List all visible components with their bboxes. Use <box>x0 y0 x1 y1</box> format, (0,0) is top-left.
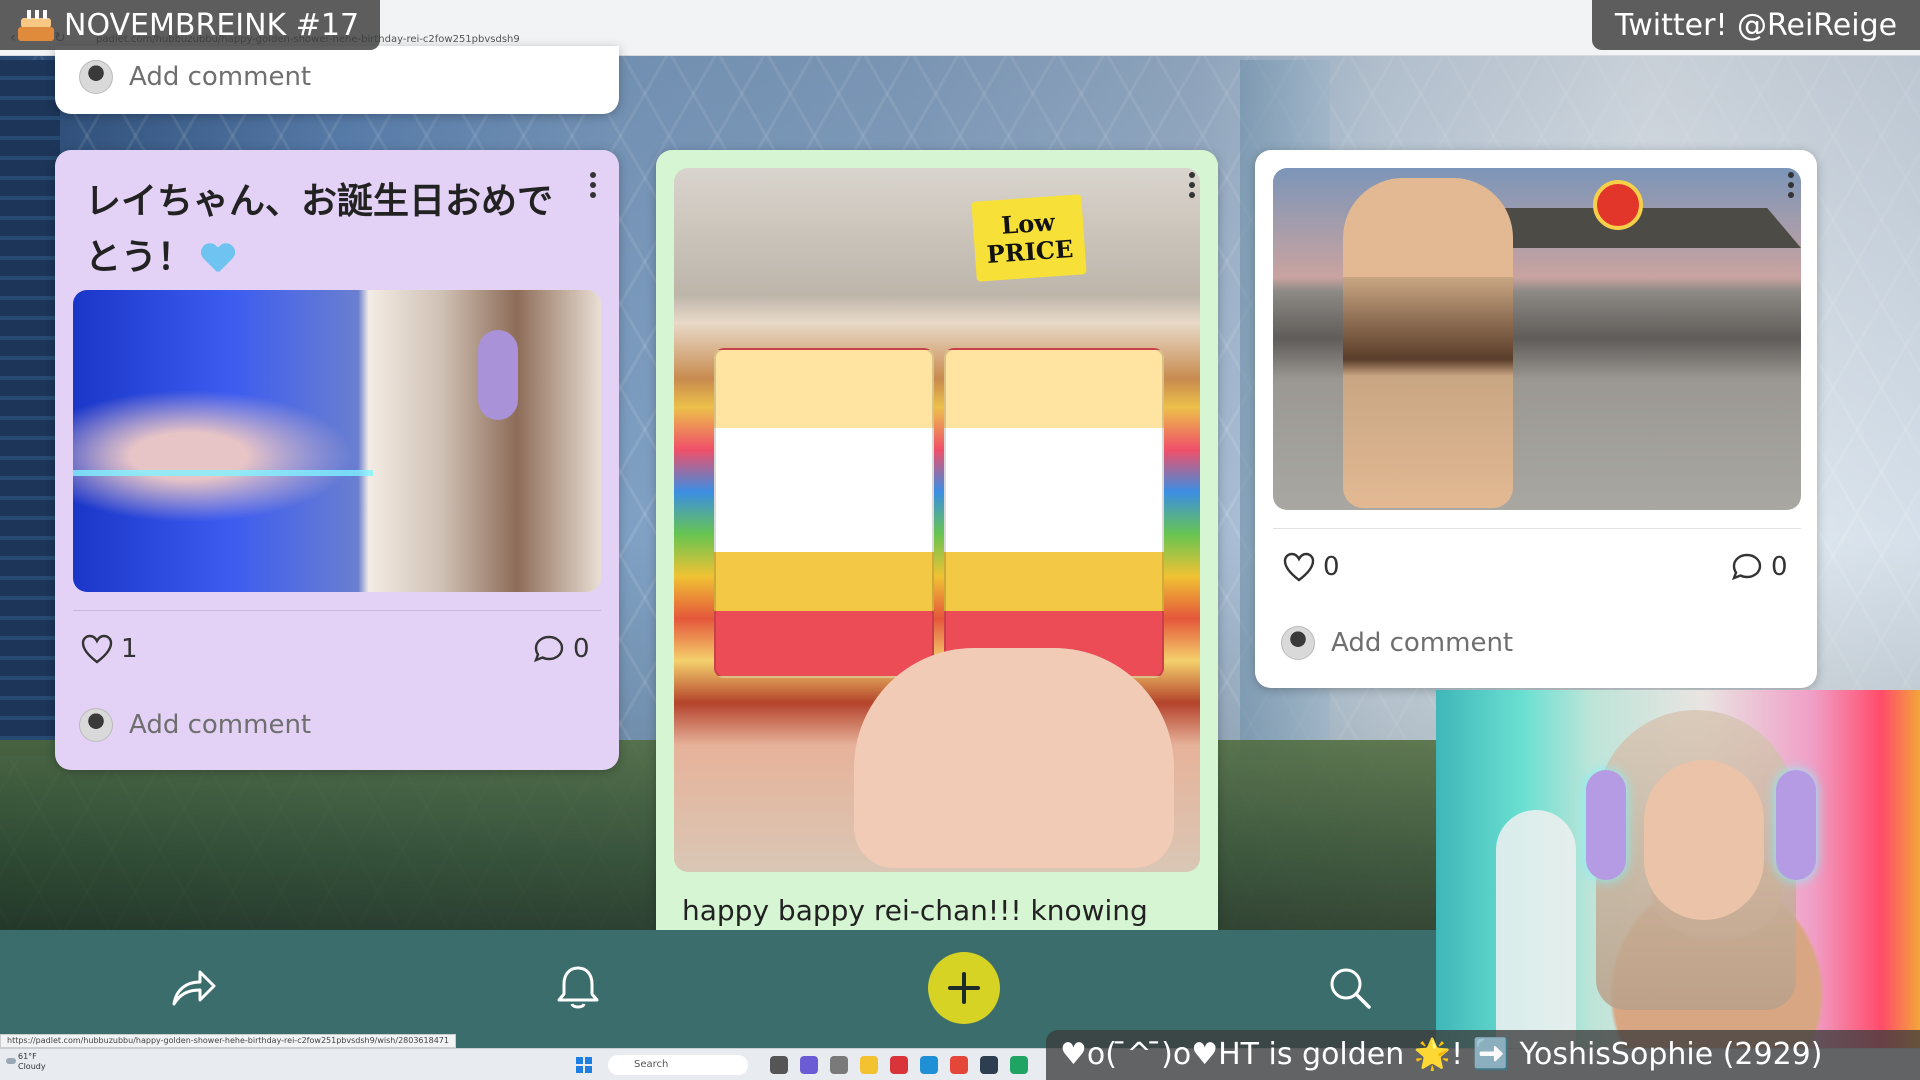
more-options-icon[interactable] <box>1788 172 1794 198</box>
bell-icon[interactable] <box>556 964 600 1016</box>
add-comment-row[interactable]: Add comment <box>1281 626 1513 660</box>
card-birthday-jp[interactable]: レイちゃん、お誕生日おめでとう！ 1 0 Add comment <box>55 150 619 770</box>
card-bucees-photo[interactable]: 0 0 Add comment <box>1255 150 1817 688</box>
search-icon[interactable] <box>1328 966 1372 1014</box>
add-comment-label: Add comment <box>129 710 312 740</box>
background-building-left <box>0 60 60 760</box>
comment-bubble-icon <box>1731 552 1763 582</box>
weather-temp: 61°F <box>18 1052 37 1061</box>
blue-heart-icon <box>201 244 235 274</box>
stream-title-text: NOVEMBREINK #17 <box>64 7 360 43</box>
cloud-icon <box>6 1058 16 1064</box>
share-arrow-icon[interactable] <box>170 966 216 1012</box>
hand-shape <box>854 648 1174 868</box>
card-caption: happy bappy rei-chan!!! knowing <box>682 894 1148 927</box>
app-icon[interactable] <box>890 1056 908 1074</box>
avatar <box>79 708 113 742</box>
divider <box>1273 528 1801 529</box>
add-comment-label: Add comment <box>129 62 312 92</box>
headset-right <box>1776 770 1816 880</box>
like-count: 0 <box>1323 552 1340 582</box>
heart-icon <box>81 634 113 664</box>
weather-desc: Cloudy <box>18 1062 46 1071</box>
card-title: レイちゃん、お誕生日おめでとう！ <box>85 174 555 286</box>
add-comment-row[interactable]: Add comment <box>79 60 311 94</box>
steam-icon[interactable] <box>980 1056 998 1074</box>
twitter-handle-overlay: Twitter! @ReiReige <box>1592 0 1920 50</box>
price-tag-price: PRICE <box>985 233 1075 269</box>
candle-pack <box>714 348 934 678</box>
taskbar-app-icons <box>770 1056 1028 1074</box>
taskbar-search[interactable]: Search <box>608 1055 748 1075</box>
stream-title-overlay: NOVEMBREINK #17 <box>0 0 380 50</box>
cake-icon <box>18 9 54 41</box>
edge-icon[interactable] <box>920 1056 938 1074</box>
card-birthday-candles[interactable]: Low PRICE happy bappy rei-chan!!! knowin… <box>656 150 1218 930</box>
avatar <box>79 60 113 94</box>
file-explorer-icon[interactable] <box>860 1056 878 1074</box>
add-comment-row[interactable]: Add comment <box>79 708 311 742</box>
webcam-feed <box>1436 690 1920 1080</box>
headset-shape <box>478 330 518 420</box>
card-image-stream-clip[interactable] <box>73 290 601 592</box>
divider <box>73 610 601 611</box>
card-image-candles[interactable]: Low PRICE <box>674 168 1200 872</box>
price-tag: Low PRICE <box>971 194 1087 282</box>
more-options-icon[interactable] <box>590 172 596 198</box>
add-comment-label: Add comment <box>1331 628 1514 658</box>
chat-ticker-overlay: ♥o( ̄^ ̄)o♥HT is golden 🌟! ➡️ YoshisSoph… <box>1046 1030 1920 1080</box>
like-button[interactable]: 1 <box>81 634 138 664</box>
link-status-url: https://padlet.com/hubbuzubbu/happy-gold… <box>0 1034 456 1048</box>
comment-button[interactable]: 0 <box>533 634 590 664</box>
heart-icon <box>1283 552 1315 582</box>
add-post-button[interactable] <box>928 952 1000 1024</box>
teams-icon[interactable] <box>800 1056 818 1074</box>
comment-button[interactable]: 0 <box>1731 552 1788 582</box>
windows-start-icon[interactable] <box>576 1057 592 1073</box>
plus-icon <box>948 972 980 1004</box>
card-partial-top: Add comment <box>55 46 619 114</box>
comment-count: 0 <box>573 634 590 664</box>
like-count: 1 <box>121 634 138 664</box>
card-title-text: レイちゃん、お誕生日おめでとう！ <box>85 181 554 278</box>
headset-left <box>1586 770 1626 880</box>
led-strip <box>73 470 373 476</box>
candle-pack <box>944 348 1164 678</box>
beaver-logo <box>1593 180 1643 230</box>
task-view-icon[interactable] <box>770 1056 788 1074</box>
like-button[interactable]: 0 <box>1283 552 1340 582</box>
chrome-icon[interactable] <box>950 1056 968 1074</box>
streamer-face <box>1644 760 1764 920</box>
avatar <box>1281 626 1315 660</box>
comment-bubble-icon <box>533 634 565 664</box>
weather-widget[interactable]: 61°F Cloudy <box>18 1052 46 1072</box>
settings-icon[interactable] <box>830 1056 848 1074</box>
comment-count: 0 <box>1771 552 1788 582</box>
more-options-icon[interactable] <box>1189 172 1195 198</box>
person-figure <box>1343 178 1513 508</box>
card-image-photo[interactable] <box>1273 168 1801 510</box>
app-icon[interactable] <box>1010 1056 1028 1074</box>
